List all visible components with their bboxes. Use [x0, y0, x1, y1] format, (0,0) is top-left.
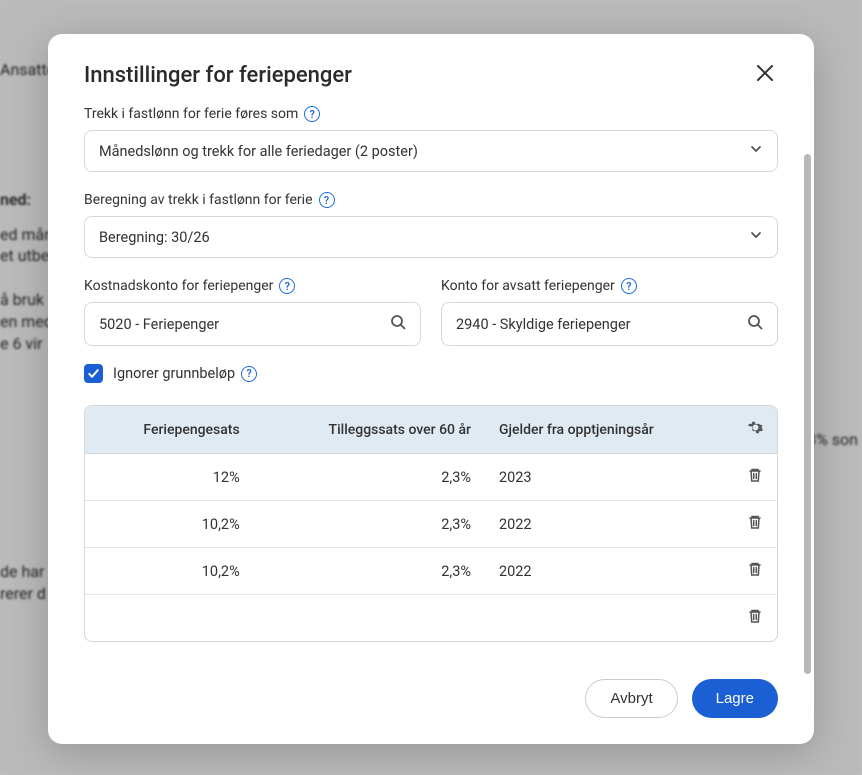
save-button[interactable]: Lagre: [692, 679, 778, 718]
cost-account-input[interactable]: 5020 - Feriepenger: [84, 302, 421, 346]
table-row[interactable]: [85, 595, 777, 641]
cancel-button[interactable]: Avbryt: [585, 679, 677, 718]
help-icon[interactable]: ?: [304, 106, 320, 122]
field-label-cost-account: Kostnadskonto for feriepenger ?: [84, 278, 421, 294]
col-settings[interactable]: [733, 406, 777, 454]
help-icon[interactable]: ?: [279, 278, 295, 294]
trash-icon: [747, 561, 763, 577]
field-label-deduction: Trekk i fastlønn for ferie føres som ?: [84, 106, 778, 122]
deduction-select[interactable]: Månedslønn og trekk for alle feriedager …: [84, 130, 778, 172]
ignore-base-label: Ignorer grunnbeløp ?: [113, 365, 257, 382]
accrued-account-input[interactable]: 2940 - Skyldige feriepenger: [441, 302, 778, 346]
check-icon: [87, 367, 100, 380]
delete-row-button[interactable]: [747, 470, 763, 487]
table-row[interactable]: 10,2% 2,3% 2022: [85, 501, 777, 548]
trash-icon: [747, 514, 763, 530]
trash-icon: [747, 608, 763, 624]
trash-icon: [747, 467, 763, 483]
rates-table: Feriepengesats Tilleggssats over 60 år G…: [84, 405, 778, 642]
modal-title: Innstillinger for feriepenger: [84, 63, 352, 88]
table-row[interactable]: 12% 2,3% 2023: [85, 454, 777, 501]
delete-row-button[interactable]: [747, 564, 763, 581]
field-label-calculation: Beregning av trekk i fastlønn for ferie …: [84, 192, 778, 208]
search-icon: [747, 314, 763, 334]
calculation-select[interactable]: Beregning: 30/26: [84, 216, 778, 258]
col-year: Gjelder fra opptjeningsår: [485, 406, 733, 454]
close-icon: [756, 64, 774, 82]
chevron-down-icon: [749, 142, 763, 160]
help-icon[interactable]: ?: [319, 192, 335, 208]
scrollbar[interactable]: [804, 154, 811, 674]
chevron-down-icon: [749, 228, 763, 246]
delete-row-button[interactable]: [747, 517, 763, 534]
close-button[interactable]: [752, 60, 778, 90]
search-icon: [390, 314, 406, 334]
field-label-accrued-account: Konto for avsatt feriepenger ?: [441, 278, 778, 294]
help-icon[interactable]: ?: [241, 366, 257, 382]
delete-row-button[interactable]: [747, 611, 763, 628]
col-rate: Feriepengesats: [85, 406, 254, 454]
gear-icon: [747, 424, 764, 440]
ignore-base-checkbox[interactable]: [84, 364, 103, 383]
col-extra: Tilleggssats over 60 år: [254, 406, 485, 454]
help-icon[interactable]: ?: [621, 278, 637, 294]
table-row[interactable]: 10,2% 2,3% 2022: [85, 548, 777, 595]
settings-modal: Innstillinger for feriepenger Trekk i fa…: [48, 34, 814, 744]
